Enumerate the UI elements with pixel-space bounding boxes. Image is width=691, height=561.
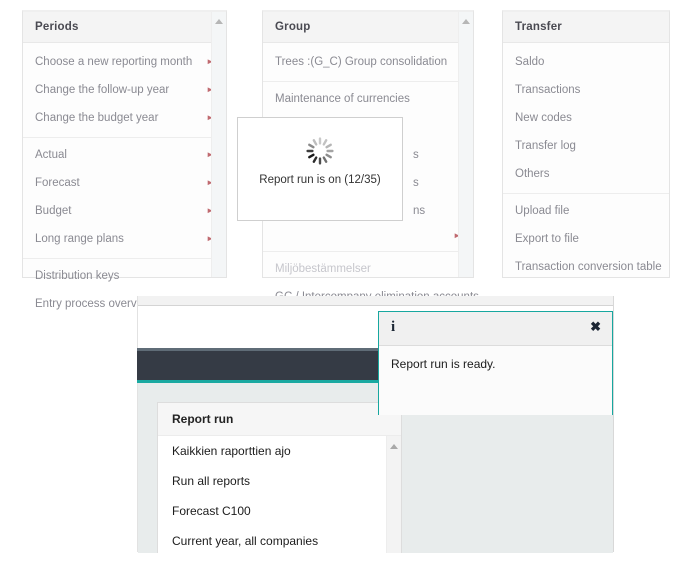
menu-item-trees-group-consolidation[interactable]: Trees :(G_C) Group consolidation [263, 48, 473, 76]
mega-menu-region: Periods Choose a new reporting month ► C… [0, 0, 691, 310]
menu-item-budget[interactable]: Budget ► [23, 197, 226, 225]
menu-item-label: Change the budget year [35, 112, 159, 124]
spinner-container [238, 136, 402, 166]
menu-item-label: Choose a new reporting month [35, 56, 193, 68]
scroll-up-arrow-icon[interactable] [390, 444, 398, 449]
menu-item-change-follow-up-year[interactable]: Change the follow-up year ► [23, 76, 226, 104]
menu-column-scrollbar-periods[interactable] [211, 12, 226, 277]
report-run-panel-title: Report run [158, 403, 401, 436]
list-item[interactable]: Kaikkien raporttien ajo [158, 436, 401, 466]
menu-item-label: Transactions [515, 84, 581, 96]
menu-item-label: Transaction conversion table [515, 261, 662, 273]
scroll-up-arrow-icon[interactable] [462, 19, 470, 24]
menu-item-label: Distribution keys [35, 270, 120, 282]
menu-item-others[interactable]: Others [503, 160, 669, 188]
menu-item-obscured-4[interactable]: ► [263, 225, 473, 246]
menu-item-label: ns [413, 205, 426, 217]
menu-divider [263, 81, 473, 82]
menu-item-new-codes[interactable]: New codes [503, 104, 669, 132]
dialog-body: Report run is ready. [379, 346, 612, 415]
menu-item-label: Maintenance of currencies [275, 93, 410, 105]
menu-item-forecast[interactable]: Forecast ► [23, 169, 226, 197]
menu-item-distribution-keys[interactable]: Distribution keys [23, 262, 226, 290]
loading-spinner-icon [306, 137, 334, 165]
menu-item-label: Others [515, 168, 550, 180]
menu-item-choose-new-reporting-month[interactable]: Choose a new reporting month ► [23, 48, 226, 76]
menu-item-label: Actual [35, 149, 67, 161]
menu-item-label: s [413, 149, 419, 161]
menu-column-transfer: Transfer Saldo Transactions New codes Tr… [502, 10, 670, 278]
menu-item-label: Budget [35, 205, 72, 217]
menu-item-label: Export to file [515, 233, 579, 245]
menu-item-export-to-file[interactable]: Export to file [503, 225, 669, 253]
menu-item-actual[interactable]: Actual ► [23, 141, 226, 169]
menu-item-label: Trees :(G_C) Group consolidation [275, 56, 448, 68]
info-icon: i [391, 319, 396, 335]
menu-item-label: Transfer log [515, 140, 576, 152]
list-item[interactable]: Current year, all companies [158, 526, 401, 556]
menu-item-label: Change the follow-up year [35, 84, 170, 96]
menu-item-change-budget-year[interactable]: Change the budget year ► [23, 104, 226, 132]
menu-item-miljobestammelser: Miljöbestämmelser [263, 255, 473, 283]
menu-item-label: Saldo [515, 56, 545, 68]
report-run-progress-label: Report run is on (12/35) [259, 174, 381, 186]
menu-item-label: Long range plans [35, 233, 124, 245]
menu-column-title-periods: Periods [23, 12, 226, 43]
list-item-label: Forecast C100 [172, 504, 251, 518]
menu-item-upload-file[interactable]: Upload file [503, 197, 669, 225]
menu-item-maintenance-of-currencies[interactable]: Maintenance of currencies [263, 85, 473, 113]
menu-item-transaction-conversion-table[interactable]: Transaction conversion table [503, 253, 669, 281]
list-item-label: Current year, all companies [172, 534, 319, 548]
menu-item-transactions[interactable]: Transactions [503, 76, 669, 104]
menu-item-label: s [413, 177, 419, 189]
scroll-up-arrow-icon[interactable] [215, 19, 223, 24]
window-top-strip [138, 296, 613, 306]
report-run-list-scrollbar[interactable] [386, 436, 401, 553]
menu-divider [263, 251, 473, 252]
dialog-message: Report run is ready. [391, 357, 496, 371]
menu-divider [23, 137, 226, 138]
menu-item-label: Forecast [35, 177, 80, 189]
content-filler [402, 402, 568, 553]
list-item-label: Run all reports [172, 474, 251, 488]
menu-column-title-transfer: Transfer [503, 12, 669, 43]
menu-divider [23, 258, 226, 259]
menu-column-body-periods: Choose a new reporting month ► Change th… [23, 43, 226, 318]
menu-divider [503, 193, 669, 194]
menu-column-body-transfer: Saldo Transactions New codes Transfer lo… [503, 43, 669, 281]
report-run-progress-popup: Report run is on (12/35) [237, 117, 403, 221]
close-icon[interactable]: ✖ [590, 320, 601, 333]
dialog-header: i ✖ [379, 312, 612, 346]
menu-item-label: Miljöbestämmelser [275, 263, 371, 275]
report-ready-dialog: i ✖ Report run is ready. [378, 311, 613, 415]
menu-item-long-range-plans[interactable]: Long range plans ► [23, 225, 226, 253]
menu-column-periods: Periods Choose a new reporting month ► C… [22, 10, 227, 310]
menu-item-label: Upload file [515, 205, 570, 217]
list-item[interactable]: Run all reports [158, 466, 401, 496]
list-item-label: Kaikkien raporttien ajo [172, 444, 291, 458]
menu-item-label: New codes [515, 112, 572, 124]
menu-item-transfer-log[interactable]: Transfer log [503, 132, 669, 160]
menu-item-saldo[interactable]: Saldo [503, 48, 669, 76]
menu-column-title-group: Group [263, 12, 473, 43]
report-run-list-panel: Report run Kaikkien raporttien ajo Run a… [157, 402, 402, 553]
list-item[interactable]: Forecast C100 [158, 496, 401, 526]
menu-column-scrollbar-group[interactable] [458, 12, 473, 277]
